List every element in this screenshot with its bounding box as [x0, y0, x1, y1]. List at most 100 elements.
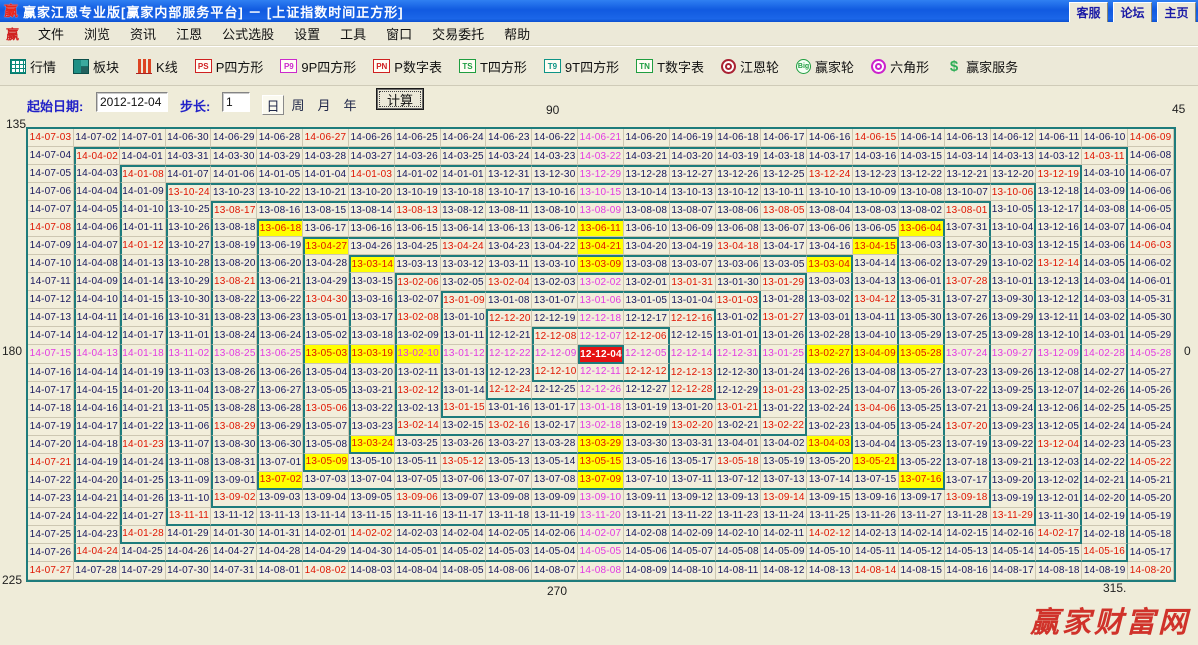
date-cell[interactable]: 14-02-24 — [1082, 417, 1129, 436]
date-cell[interactable]: 13-02-25 — [807, 381, 854, 400]
titlebar-button-论坛[interactable]: 论坛 — [1113, 2, 1152, 23]
date-cell[interactable]: 13-03-14 — [348, 255, 395, 274]
date-cell[interactable]: 13-11-06 — [165, 417, 212, 436]
date-cell[interactable]: 13-12-26 — [715, 165, 762, 184]
date-cell[interactable]: 14-05-13 — [944, 543, 991, 562]
date-cell[interactable]: 13-07-08 — [532, 471, 579, 490]
date-cell[interactable]: 13-12-12 — [1036, 291, 1083, 310]
date-cell[interactable]: 13-06-11 — [578, 219, 624, 238]
date-cell[interactable]: 13-10-25 — [165, 201, 212, 220]
date-cell[interactable]: 13-05-30 — [898, 309, 945, 328]
period-toggle-周[interactable]: 周 — [288, 95, 308, 113]
date-cell[interactable]: 14-05-31 — [1128, 291, 1174, 310]
date-cell[interactable]: 13-11-14 — [303, 507, 349, 526]
toolbar-button[interactable]: 行情 — [10, 57, 56, 76]
date-cell[interactable]: 14-07-09 — [28, 237, 74, 256]
date-cell[interactable]: 14-01-06 — [211, 165, 258, 184]
date-cell[interactable]: 13-08-25 — [211, 345, 258, 364]
date-cell[interactable]: 13-02-09 — [394, 327, 441, 346]
date-cell[interactable]: 13-08-15 — [303, 201, 349, 220]
date-cell[interactable]: 14-01-10 — [119, 201, 166, 220]
date-cell[interactable]: 14-05-24 — [1128, 417, 1174, 436]
date-cell[interactable]: 13-02-07 — [394, 291, 441, 310]
date-cell[interactable]: 13-10-12 — [715, 183, 762, 202]
date-cell[interactable]: 13-03-05 — [761, 255, 808, 274]
date-cell[interactable]: 14-08-17 — [990, 561, 1037, 580]
date-cell[interactable]: 13-07-14 — [807, 471, 854, 490]
date-cell[interactable]: 14-05-06 — [623, 543, 670, 562]
date-cell[interactable]: 14-02-23 — [1082, 435, 1129, 454]
date-cell[interactable]: 13-05-31 — [898, 291, 945, 310]
date-cell[interactable]: 13-04-04 — [853, 435, 899, 454]
date-cell[interactable]: 14-06-10 — [1082, 129, 1129, 148]
date-cell[interactable]: 14-02-27 — [1082, 363, 1129, 382]
date-cell[interactable]: 13-06-16 — [348, 219, 395, 238]
date-cell[interactable]: 14-06-09 — [1128, 129, 1174, 148]
date-cell[interactable]: 13-03-19 — [348, 345, 395, 364]
date-cell[interactable]: 13-09-22 — [990, 435, 1037, 454]
date-cell[interactable]: 13-02-18 — [578, 417, 624, 436]
toolbar-button[interactable]: T9 9T四方形 — [543, 57, 619, 76]
date-cell[interactable]: 13-01-26 — [761, 327, 808, 346]
date-cell[interactable]: 12-12-23 — [486, 363, 533, 382]
date-cell[interactable]: 14-05-01 — [394, 543, 441, 562]
date-cell[interactable]: 14-02-01 — [303, 525, 349, 544]
date-cell[interactable]: 14-08-02 — [303, 561, 349, 580]
date-cell[interactable]: 14-03-29 — [257, 147, 304, 166]
date-cell[interactable]: 14-03-19 — [715, 147, 762, 166]
date-cell[interactable]: 13-05-22 — [898, 453, 945, 472]
date-cell[interactable]: 14-08-18 — [1036, 561, 1083, 580]
date-cell[interactable]: 14-07-20 — [28, 435, 74, 454]
date-cell[interactable]: 13-03-13 — [394, 255, 441, 274]
date-cell[interactable]: 12-12-09 — [532, 345, 579, 364]
date-cell[interactable]: 13-03-03 — [807, 273, 854, 292]
toolbar-button[interactable]: 六角形 — [871, 57, 929, 76]
date-cell[interactable]: 13-11-25 — [807, 507, 854, 526]
date-cell[interactable]: 13-12-05 — [1036, 417, 1083, 436]
date-cell[interactable]: 14-02-06 — [532, 525, 579, 544]
date-cell[interactable]: 13-09-11 — [623, 489, 670, 508]
date-cell[interactable]: 14-02-09 — [669, 525, 716, 544]
calculate-button[interactable]: 计算 — [376, 88, 424, 110]
date-cell[interactable]: 14-03-08 — [1082, 201, 1129, 220]
date-cell[interactable]: 13-06-08 — [715, 219, 762, 238]
date-cell[interactable]: 13-11-16 — [394, 507, 441, 526]
date-cell[interactable]: 13-07-31 — [944, 219, 991, 238]
titlebar-button-主页[interactable]: 主页 — [1157, 2, 1196, 23]
date-cell[interactable]: 13-11-19 — [532, 507, 579, 526]
date-cell[interactable]: 13-08-04 — [807, 201, 854, 220]
date-cell[interactable]: 13-11-23 — [715, 507, 762, 526]
date-cell[interactable]: 13-06-25 — [257, 345, 304, 364]
date-cell[interactable]: 13-02-16 — [486, 417, 533, 436]
date-cell[interactable]: 13-06-19 — [257, 237, 304, 256]
date-cell[interactable]: 14-03-01 — [1082, 327, 1129, 346]
menu-item[interactable]: 文件 — [28, 24, 74, 43]
date-cell[interactable]: 14-03-16 — [853, 147, 899, 166]
date-cell[interactable]: 14-03-10 — [1082, 165, 1129, 184]
date-cell[interactable]: 12-12-08 — [532, 327, 579, 346]
date-cell[interactable]: 13-03-24 — [348, 435, 395, 454]
date-cell[interactable]: 13-05-09 — [303, 453, 349, 472]
date-cell[interactable]: 14-03-25 — [440, 147, 487, 166]
date-cell[interactable]: 13-10-09 — [853, 183, 899, 202]
menu-item[interactable]: 交易委托 — [422, 24, 494, 43]
date-cell[interactable]: 14-04-27 — [211, 543, 258, 562]
date-cell[interactable]: 12-12-15 — [669, 327, 716, 346]
date-cell[interactable]: 13-08-05 — [761, 201, 808, 220]
date-cell[interactable]: 14-01-31 — [257, 525, 304, 544]
date-cell[interactable]: 14-06-11 — [1036, 129, 1083, 148]
date-cell[interactable]: 13-05-10 — [348, 453, 395, 472]
date-cell[interactable]: 13-06-09 — [669, 219, 716, 238]
date-cell[interactable]: 13-10-19 — [394, 183, 441, 202]
date-cell[interactable]: 14-07-21 — [28, 453, 74, 472]
date-cell[interactable]: 13-06-14 — [440, 219, 487, 238]
date-cell[interactable]: 13-05-08 — [303, 435, 349, 454]
date-cell[interactable]: 13-07-24 — [944, 345, 991, 364]
date-cell[interactable]: 14-01-19 — [119, 363, 166, 382]
date-cell[interactable]: 13-01-21 — [715, 399, 762, 418]
date-cell[interactable]: 14-08-11 — [715, 561, 762, 580]
menu-item[interactable]: 工具 — [330, 24, 376, 43]
date-cell[interactable]: 14-08-06 — [486, 561, 533, 580]
date-cell[interactable]: 14-02-12 — [807, 525, 854, 544]
date-cell[interactable]: 13-06-28 — [257, 399, 304, 418]
